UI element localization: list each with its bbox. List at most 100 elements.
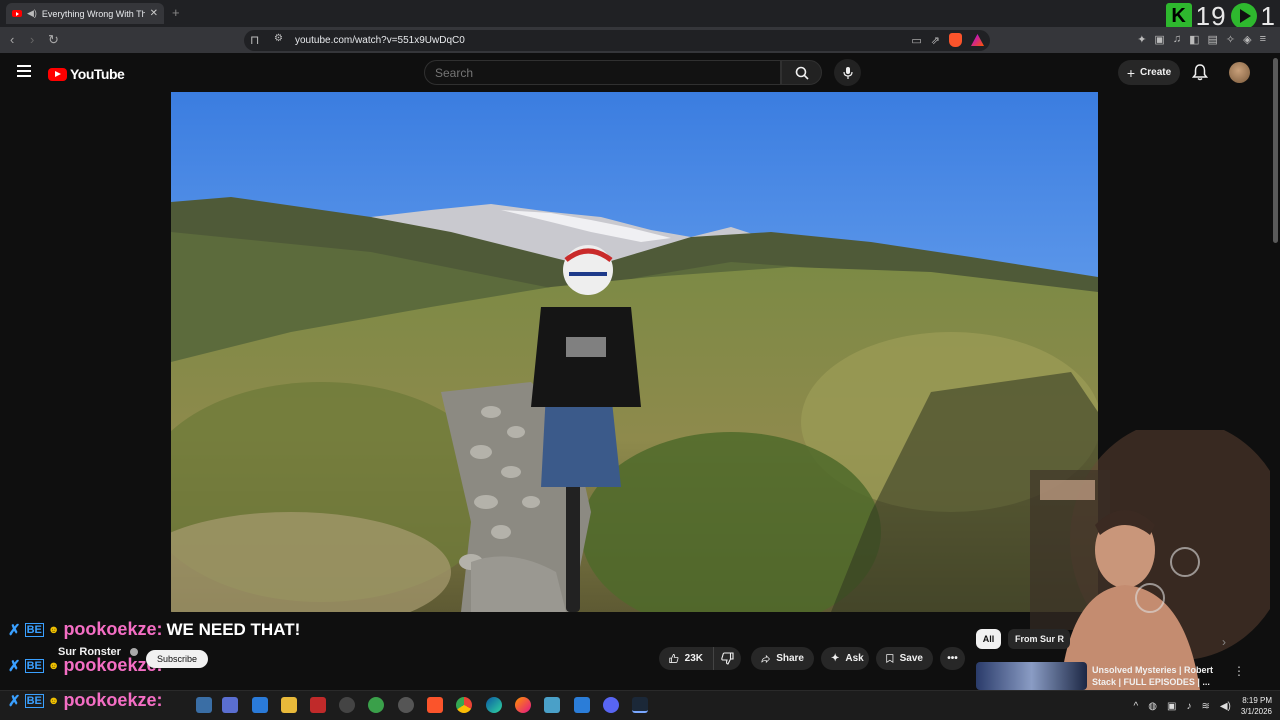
network-icon[interactable]: ◍ (1148, 701, 1157, 712)
page-scrollbar[interactable] (1270, 53, 1280, 687)
notifications-bell-icon[interactable] (1192, 64, 1208, 81)
back-button[interactable]: ‹ (10, 32, 14, 47)
ask-button[interactable]: ✦ Ask (821, 647, 869, 670)
recommended-video-thumbnail[interactable] (976, 662, 1087, 690)
search-button[interactable] (781, 60, 822, 85)
site-info-icon[interactable]: ⚙ (274, 33, 283, 44)
ask-label: Ask (845, 653, 864, 664)
subscribe-button[interactable]: Subscribe (146, 650, 208, 668)
volume-icon[interactable]: ◀) (1220, 701, 1231, 712)
discord-icon[interactable] (603, 697, 619, 713)
bookmark-save-icon (886, 654, 894, 664)
address-bar[interactable]: ⊓ ⚙ youtube.com/watch?v=551x9UwDqC0 ▭ ⇗ (244, 30, 990, 51)
video-player[interactable] (171, 92, 1098, 612)
taskbar-app-icon[interactable] (398, 697, 414, 713)
taskbar-app-icon[interactable] (222, 697, 238, 713)
chip-all[interactable]: All (976, 629, 1001, 649)
create-label: Create (1140, 67, 1172, 78)
share-label: Share (776, 653, 804, 664)
search-icon (795, 66, 809, 80)
youtube-play-icon (48, 67, 67, 81)
reload-button[interactable]: ↻ (48, 32, 59, 48)
channel-info[interactable]: Sur Ronster (58, 646, 138, 658)
chat-username: pookoekze: (63, 619, 163, 639)
sparkle-icon: ✦ (831, 653, 840, 664)
forward-button[interactable]: › (30, 32, 34, 47)
music-icon[interactable]: ♫ (1173, 33, 1181, 46)
extensions-icon[interactable]: ✦ (1137, 33, 1146, 46)
verified-badge-icon (129, 648, 138, 656)
windows-taskbar: ^ ◍ ▣ ♪ ≋ ◀) 8:19 PM 3/1/2026 (0, 690, 1280, 720)
system-clock[interactable]: 8:19 PM 3/1/2026 (1241, 695, 1272, 717)
edge-icon[interactable] (486, 697, 502, 713)
plus-icon: + (1126, 64, 1136, 81)
hamburger-menu-icon[interactable] (17, 65, 31, 77)
more-actions-button[interactable]: ••• (940, 647, 965, 670)
steam-icon[interactable] (632, 697, 648, 713)
share-button[interactable]: Share (751, 647, 814, 670)
save-label: Save (899, 653, 923, 664)
taskbar-app-icon[interactable] (339, 697, 355, 713)
taskbar-app-icon[interactable] (310, 697, 326, 713)
share-page-icon[interactable]: ⇗ (931, 34, 940, 47)
chrome-icon[interactable] (456, 697, 472, 713)
firefox-icon[interactable] (515, 697, 531, 713)
menu-icon[interactable]: ≡ (1260, 33, 1266, 46)
recommended-video-title[interactable]: Unsolved Mysteries | Robert Stack | FULL… (1092, 664, 1220, 688)
chevron-right-icon[interactable]: › (1222, 635, 1226, 649)
youtube-logo[interactable]: YouTube (48, 66, 125, 82)
dislike-button[interactable] (713, 647, 741, 670)
tray-overflow-icon[interactable]: ^ (1134, 701, 1139, 712)
vpn-icon[interactable]: ◈ (1243, 33, 1251, 46)
webcam-image (1030, 420, 1280, 690)
create-button[interactable]: + Create (1118, 60, 1180, 85)
sword-badge-icon: ✗ (8, 657, 21, 675)
like-button[interactable]: 23K (659, 647, 713, 670)
media-icon[interactable]: ▣ (1154, 33, 1164, 46)
vscode-icon[interactable] (574, 697, 590, 713)
search-box[interactable] (424, 60, 781, 85)
youtube-favicon-icon (12, 10, 22, 17)
file-explorer-icon[interactable] (281, 697, 297, 713)
microphone-tray-icon[interactable]: ♪ (1186, 701, 1191, 712)
tray-app-icon[interactable]: ▣ (1167, 701, 1176, 712)
speaker-icon[interactable]: ◀) (27, 8, 37, 19)
channel-name[interactable]: Sur Ronster (58, 646, 121, 658)
taskbar-app-icon[interactable] (368, 697, 384, 713)
brave-shield-icon[interactable] (949, 33, 962, 47)
kick-logo-icon: K (1165, 3, 1192, 29)
scrollbar-thumb[interactable] (1273, 58, 1278, 243)
brave-browser-icon[interactable] (427, 697, 443, 713)
chat-message: ✗ BE ☻ pookoekze: WE NEED THAT! (8, 619, 300, 640)
account-avatar[interactable] (1229, 62, 1250, 83)
wallet-icon[interactable]: ▤ (1207, 33, 1217, 46)
chat-message: ✗ BE ☻ pookoekze: (8, 690, 162, 711)
taskbar-app-icon[interactable] (544, 697, 560, 713)
browser-tab[interactable]: ◀) Everything Wrong With The F ✕ (6, 3, 164, 24)
cast-icon[interactable]: ▭ (911, 34, 921, 47)
play-logo-icon (1230, 3, 1257, 29)
share-icon (761, 654, 771, 663)
tab-close-icon[interactable]: ✕ (150, 8, 158, 19)
new-tab-button[interactable]: + (172, 5, 180, 20)
clock-time: 8:19 PM (1242, 696, 1272, 705)
more-vert-icon[interactable]: ⋮ (1233, 664, 1245, 678)
taskbar-app-icon[interactable] (196, 697, 212, 713)
taskbar-app-icon[interactable] (252, 697, 268, 713)
chip-from-channel[interactable]: From Sur R (1008, 629, 1070, 649)
leo-ai-icon[interactable]: ✧ (1226, 33, 1235, 46)
search-input[interactable] (435, 66, 765, 80)
chat-badge: BE (24, 658, 44, 673)
emoji-icon: ☻ (47, 623, 60, 636)
voice-search-button[interactable] (834, 59, 861, 86)
url-text[interactable]: youtube.com/watch?v=551x9UwDqC0 (295, 35, 465, 46)
wifi-icon[interactable]: ≋ (1201, 701, 1209, 712)
chat-username: pookoekze: (63, 690, 163, 710)
chat-badge: BE (24, 693, 44, 708)
browser-tab-strip: ◀) Everything Wrong With The F ✕ + (0, 0, 1280, 27)
brave-rewards-icon[interactable] (971, 34, 984, 46)
bookmark-icon[interactable]: ⊓ (250, 33, 259, 47)
chat-message-text: WE NEED THAT! (166, 619, 301, 639)
save-button[interactable]: Save (876, 647, 933, 670)
sidebar-icon[interactable]: ◧ (1189, 33, 1199, 46)
